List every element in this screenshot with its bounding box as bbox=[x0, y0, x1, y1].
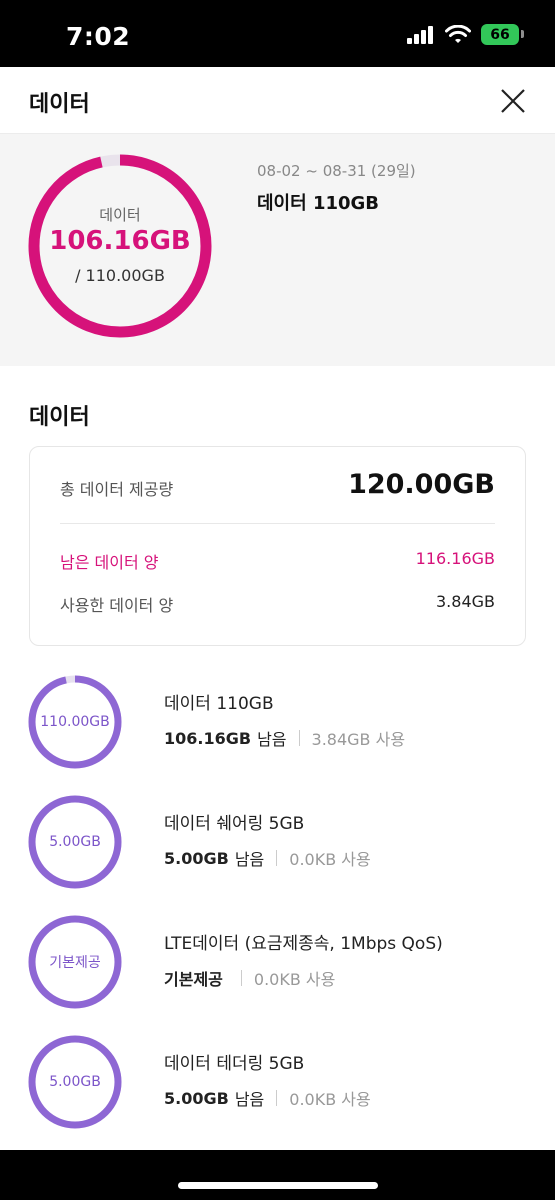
plan-used: 0.0KB 사용 bbox=[289, 850, 371, 869]
plan-ring-label: 110.00GB bbox=[40, 714, 110, 730]
remaining-data-label: 남은 데이터 양 bbox=[60, 553, 159, 572]
plan-item: 110.00GB 데이터 110GB 106.16GB 남음 3.84GB 사용 bbox=[0, 675, 555, 775]
plan-title: 데이터 쉐어링 5GB bbox=[164, 814, 305, 834]
wifi-icon bbox=[445, 24, 471, 43]
status-icons: 66 bbox=[407, 24, 524, 45]
plan-item: 기본제공 LTE데이터 (요금제종속, 1Mbps QoS) 기본제공 0.0KB 사… bbox=[0, 915, 555, 1015]
billing-period: 08-02 ~ 08-31 (29일) bbox=[257, 162, 416, 180]
plan-used: 3.84GB 사용 bbox=[311, 730, 406, 749]
summary-ring-text: 데이터 106.16GB / 110.00GB bbox=[28, 154, 212, 338]
plan-usage: 기본제공 0.0KB 사용 bbox=[164, 966, 335, 990]
app-screen: 데이터 데이터 106.16GB / 110.00GB 08-02 ~ 08-3… bbox=[0, 67, 555, 1150]
summary-panel: 데이터 106.16GB / 110.00GB 08-02 ~ 08-31 (2… bbox=[0, 134, 555, 366]
usage-separator bbox=[276, 850, 278, 866]
plan-used: 0.0KB 사용 bbox=[253, 970, 336, 989]
plan-usage: 5.00GB 남음 0.0KB 사용 bbox=[164, 1086, 371, 1110]
plan-title: 데이터 테더링 5GB bbox=[164, 1054, 305, 1074]
plan-remaining: 106.16GB bbox=[164, 728, 252, 748]
plan-ring-label: 5.00GB bbox=[49, 1074, 101, 1090]
plan-remaining-suffix: 남음 bbox=[257, 730, 287, 749]
card-divider bbox=[60, 523, 495, 524]
close-button[interactable] bbox=[499, 87, 527, 115]
header: 데이터 bbox=[0, 67, 555, 134]
page-title: 데이터 bbox=[29, 92, 90, 117]
plan-remaining: 5.00GB bbox=[164, 848, 229, 868]
signal-icon bbox=[407, 25, 433, 44]
plan-title: 데이터 110GB bbox=[164, 694, 274, 714]
usage-separator bbox=[276, 1090, 278, 1106]
status-bar: 7:02 66 bbox=[0, 0, 555, 67]
data-summary-card: 총 데이터 제공량 120.00GB 남은 데이터 양 116.16GB 사용한… bbox=[29, 446, 526, 646]
plan-used: 0.0KB 사용 bbox=[289, 1090, 371, 1109]
plan-ring-label: 5.00GB bbox=[49, 834, 101, 850]
battery-icon: 66 bbox=[481, 24, 524, 45]
status-time: 7:02 bbox=[66, 22, 131, 51]
plan-remaining: 기본제공 bbox=[164, 970, 223, 989]
plan-title: LTE데이터 (요금제종속, 1Mbps QoS) bbox=[164, 934, 443, 954]
summary-remaining: 106.16GB bbox=[49, 226, 191, 256]
section-title: 데이터 bbox=[29, 405, 90, 430]
plan-remaining-suffix: 남음 bbox=[234, 1090, 265, 1109]
used-data-value: 3.84GB bbox=[436, 592, 495, 611]
plan-item: 5.00GB 데이터 쉐어링 5GB 5.00GB 남음 0.0KB 사용 bbox=[0, 795, 555, 895]
used-data-label: 사용한 데이터 양 bbox=[60, 596, 174, 615]
plan-remaining: 5.00GB bbox=[164, 1088, 229, 1108]
summary-total: / 110.00GB bbox=[75, 266, 165, 285]
total-data-value: 120.00GB bbox=[348, 469, 495, 500]
total-data-label: 총 데이터 제공량 bbox=[60, 480, 174, 499]
plan-usage: 106.16GB 남음 3.84GB 사용 bbox=[164, 726, 405, 750]
summary-ring-label: 데이터 bbox=[99, 206, 141, 224]
plan-name: 데이터 110GB bbox=[257, 193, 380, 214]
home-indicator[interactable] bbox=[178, 1182, 378, 1189]
plan-item: 5.00GB 데이터 테더링 5GB 5.00GB 남음 0.0KB 사용 bbox=[0, 1035, 555, 1135]
home-bar bbox=[0, 1150, 555, 1200]
plan-usage: 5.00GB 남음 0.0KB 사용 bbox=[164, 846, 371, 870]
usage-separator bbox=[298, 730, 300, 746]
plan-remaining-suffix: 남음 bbox=[234, 850, 265, 869]
usage-separator bbox=[240, 970, 242, 986]
plan-ring-label: 기본제공 bbox=[49, 955, 101, 971]
remaining-data-value: 116.16GB bbox=[415, 549, 495, 568]
